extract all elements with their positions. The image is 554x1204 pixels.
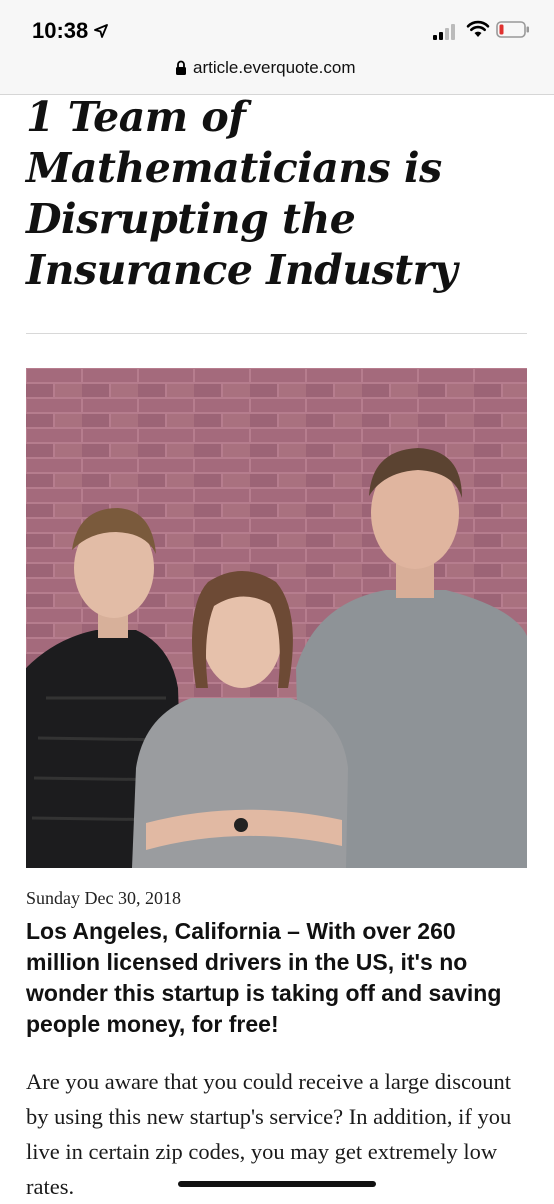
lock-icon xyxy=(176,60,186,75)
article-subheadline: Los Angeles, California – With over 260 … xyxy=(26,918,502,1037)
status-time: 10:38 xyxy=(32,18,89,43)
article-headline: 1 Team of Mathematicians is Disrupting t… xyxy=(26,93,458,294)
url-text[interactable]: article.everquote.com xyxy=(193,58,356,78)
status-bar: 10:38 xyxy=(0,0,554,46)
cellular-signal-icon xyxy=(433,24,455,40)
location-arrow-icon xyxy=(94,24,108,38)
address-bar[interactable]: article.everquote.com xyxy=(0,46,554,95)
wifi-icon xyxy=(466,20,490,37)
headline-divider xyxy=(26,333,527,334)
article-date: Sunday Dec 30, 2018 xyxy=(26,888,181,908)
article-hero-image xyxy=(26,368,527,868)
home-indicator[interactable] xyxy=(178,1181,376,1187)
battery-low-icon xyxy=(496,21,529,38)
